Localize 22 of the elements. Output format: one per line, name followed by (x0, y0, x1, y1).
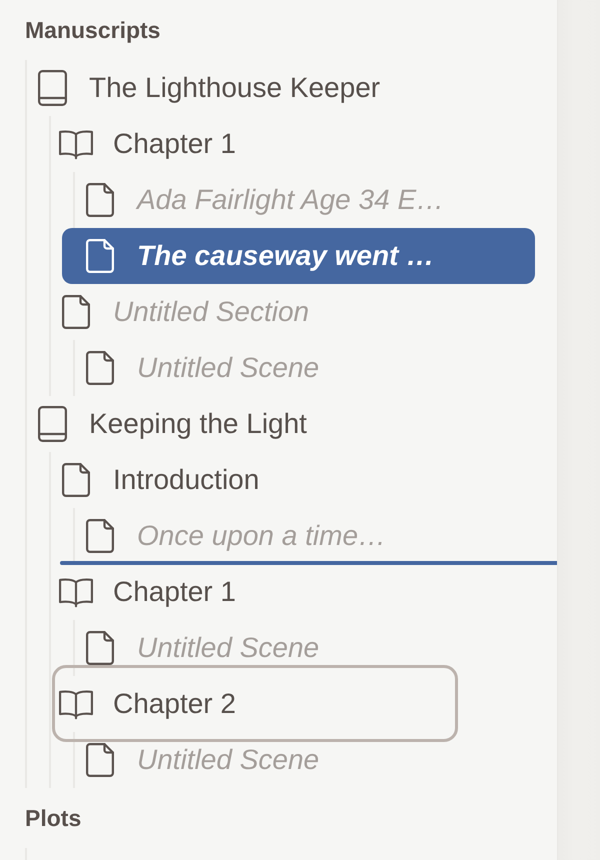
document-icon (86, 631, 114, 665)
tree-item[interactable]: The causeway went … (62, 228, 535, 284)
tree-item[interactable]: The Lighthouse Keeper (27, 60, 535, 116)
document-icon (86, 519, 114, 553)
section-heading: Manuscripts (25, 16, 162, 45)
book-icon (38, 406, 66, 442)
document-icon (86, 239, 114, 273)
tree-item[interactable]: Keeping the Light (27, 396, 535, 452)
book-icon (38, 70, 66, 106)
document-icon (62, 295, 90, 329)
open-book-icon (59, 576, 93, 608)
document-icon (62, 463, 90, 497)
open-book-icon (59, 128, 93, 160)
section-heading: Plots (25, 804, 82, 833)
tree-item[interactable]: Chapter 2 (51, 676, 535, 732)
document-icon (86, 743, 114, 777)
tree-item[interactable]: Chapter 1 (51, 116, 535, 172)
open-book-icon (59, 688, 93, 720)
tree-item[interactable]: Introduction (51, 452, 535, 508)
document-icon (86, 351, 114, 385)
tree-item[interactable]: Chapter 1 (51, 564, 535, 620)
document-icon (86, 183, 114, 217)
